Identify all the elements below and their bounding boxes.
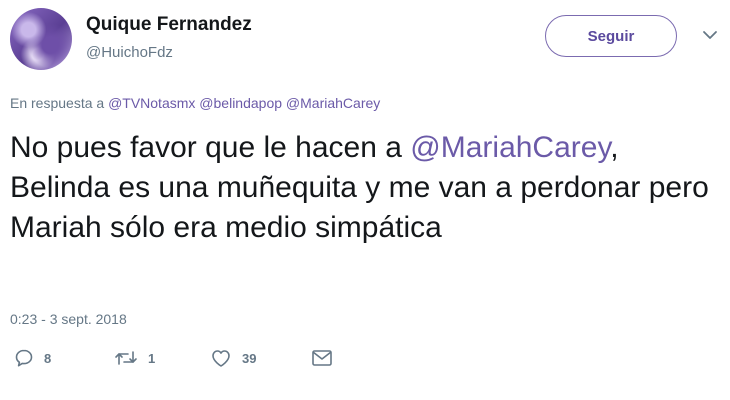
reply-mention-mariahcarey[interactable]: @MariahCarey bbox=[286, 95, 380, 111]
reply-action[interactable]: 8 bbox=[14, 348, 114, 368]
reply-mention-belindapop[interactable]: @belindapop bbox=[199, 95, 282, 111]
chevron-down-icon[interactable] bbox=[701, 28, 719, 42]
user-handle[interactable]: @HuichoFdz bbox=[86, 44, 173, 61]
reply-mention-tvnotasmx[interactable]: @TVNotasmx bbox=[108, 95, 195, 111]
action-bar: 8 1 39 bbox=[14, 348, 334, 368]
tweet-text-before: No pues favor que le hacen a bbox=[10, 131, 411, 164]
retweet-count: 1 bbox=[148, 350, 156, 366]
like-action[interactable]: 39 bbox=[210, 348, 310, 368]
like-icon bbox=[212, 350, 230, 367]
reply-icon bbox=[15, 349, 33, 367]
tweet-mention[interactable]: @MariahCarey bbox=[410, 131, 610, 164]
user-name[interactable]: Quique Fernandez bbox=[86, 14, 252, 36]
like-count: 39 bbox=[242, 350, 257, 366]
reply-count: 8 bbox=[44, 350, 52, 366]
tweet-timestamp[interactable]: 0:23 - 3 sept. 2018 bbox=[10, 311, 127, 327]
message-icon bbox=[312, 350, 332, 366]
reply-prefix: En respuesta a bbox=[10, 95, 105, 111]
avatar[interactable] bbox=[10, 8, 72, 70]
message-action[interactable] bbox=[310, 348, 334, 368]
tweet-text: No pues favor que le hacen a @MariahCare… bbox=[10, 128, 720, 248]
reply-context: En respuesta a @TVNotasmx @belindapop @M… bbox=[10, 95, 380, 111]
retweet-action[interactable]: 1 bbox=[114, 348, 210, 368]
retweet-icon bbox=[115, 351, 137, 365]
follow-button[interactable]: Seguir bbox=[545, 15, 677, 57]
